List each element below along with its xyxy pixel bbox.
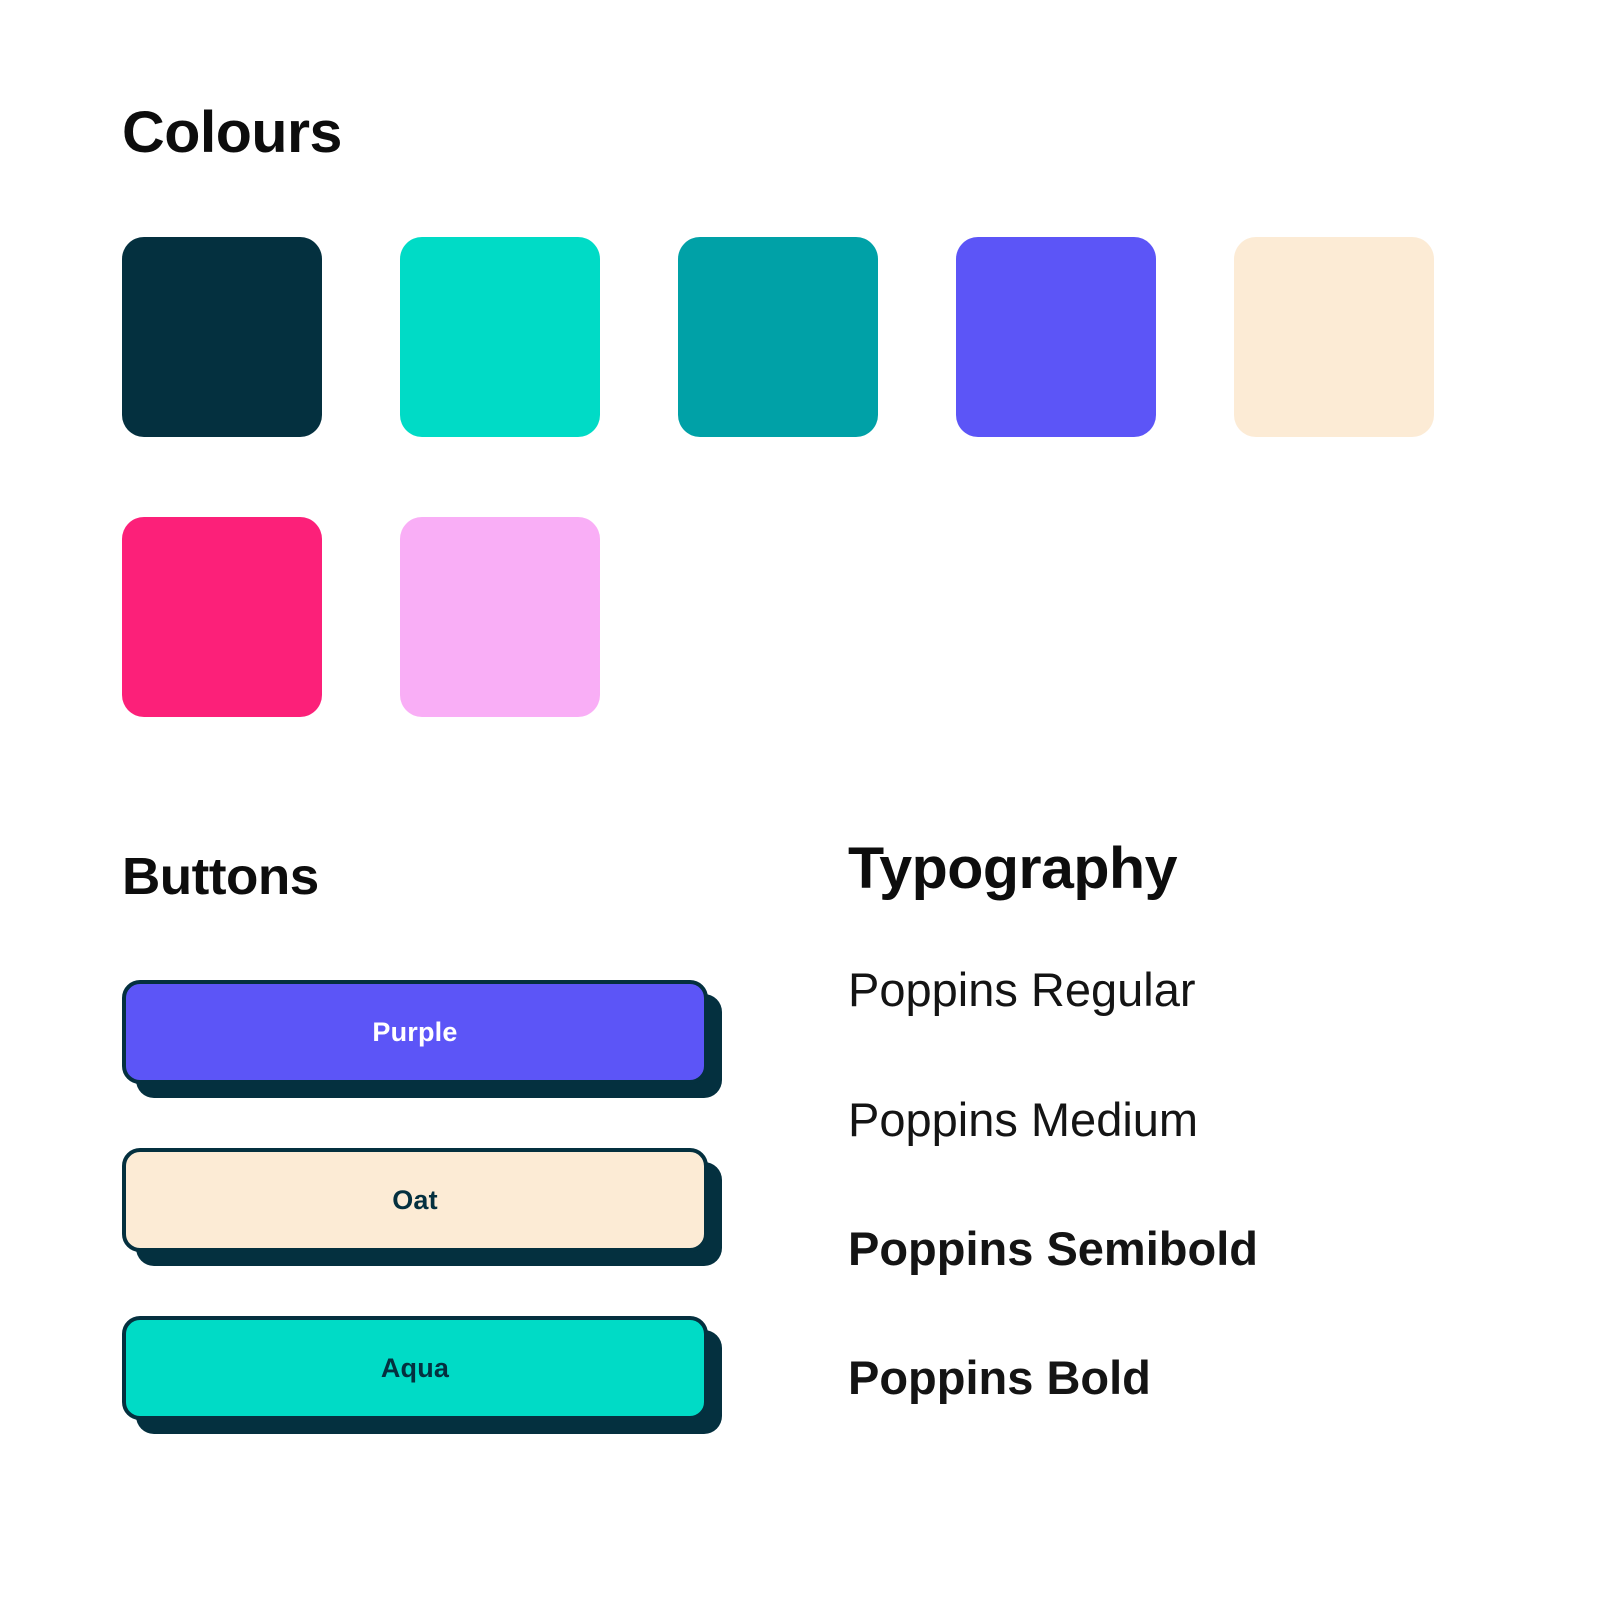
purple-button[interactable]: Purple bbox=[122, 980, 708, 1084]
typography-sample-poppins-bold: Poppins Bold bbox=[848, 1351, 1151, 1404]
typography-sample-list: Poppins Regular Poppins Medium Poppins Sem… bbox=[848, 966, 1548, 1401]
button-label: Oat bbox=[392, 1184, 438, 1215]
button-wrapper-purple: Purple bbox=[122, 980, 722, 1098]
colour-swatch-oat bbox=[1234, 237, 1434, 437]
typography-section-heading: Typography bbox=[848, 836, 1178, 901]
buttons-section-heading: Buttons bbox=[122, 848, 319, 906]
style-guide-page: Colours Buttons Purple Oat Aqua Typography… bbox=[0, 0, 1600, 1600]
typography-sample-poppins-medium: Poppins Medium bbox=[848, 1093, 1199, 1146]
colours-section-heading: Colours bbox=[122, 100, 342, 165]
typography-sample-poppins-semibold: Poppins Semibold bbox=[848, 1222, 1258, 1275]
colour-swatch-light-pink bbox=[400, 517, 600, 717]
button-wrapper-oat: Oat bbox=[122, 1148, 722, 1266]
colour-swatch-aqua bbox=[400, 237, 600, 437]
oat-button[interactable]: Oat bbox=[122, 1148, 708, 1252]
colour-swatch-teal bbox=[678, 237, 878, 437]
colour-swatch-navy bbox=[122, 237, 322, 437]
button-wrapper-aqua: Aqua bbox=[122, 1316, 722, 1434]
buttons-list: Purple Oat Aqua bbox=[122, 980, 732, 1484]
aqua-button[interactable]: Aqua bbox=[122, 1316, 708, 1420]
typography-sample-poppins-regular: Poppins Regular bbox=[848, 963, 1196, 1016]
colour-swatch-grid bbox=[122, 237, 1462, 717]
colour-swatch-purple bbox=[956, 237, 1156, 437]
button-label: Purple bbox=[372, 1016, 458, 1047]
button-label: Aqua bbox=[380, 1352, 450, 1383]
colour-swatch-pink bbox=[122, 517, 322, 717]
